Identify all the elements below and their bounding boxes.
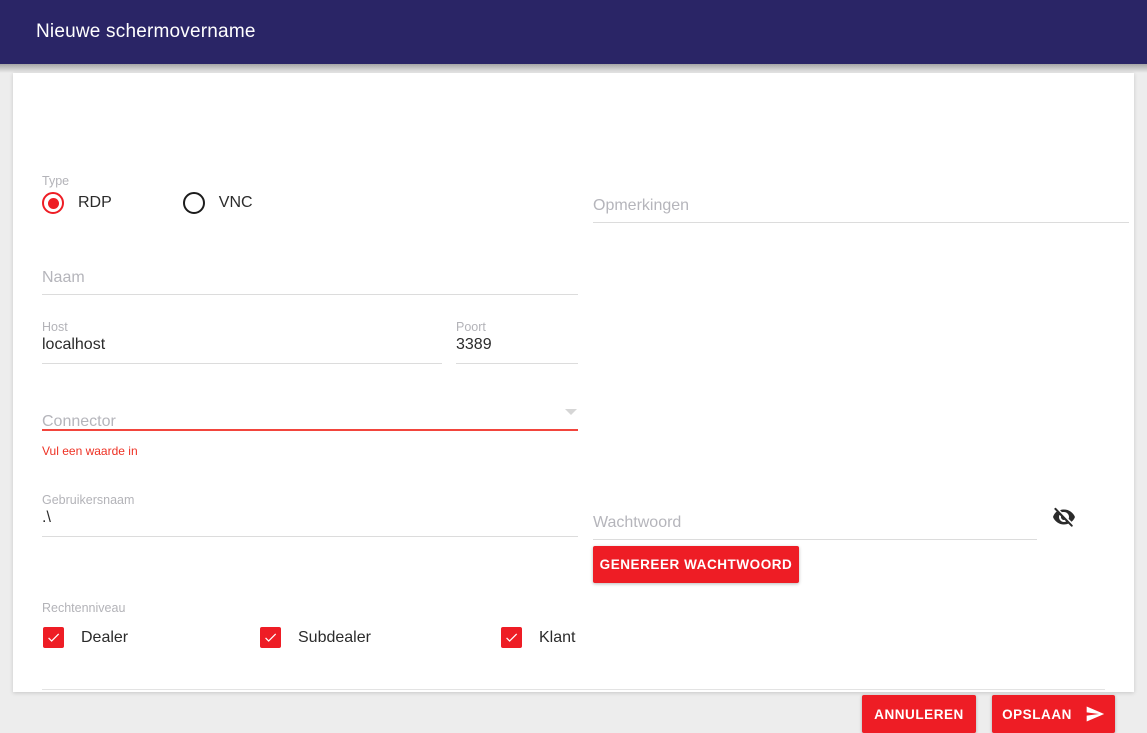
form-card: Type RDP VNC Naam Host localhost Poort 3…: [13, 73, 1134, 733]
chevron-down-icon: [565, 409, 577, 415]
rechtenniveau-group: Rechtenniveau Dealer Subdealer Klant: [42, 601, 602, 648]
check-icon: [260, 627, 281, 648]
check-icon: [43, 627, 64, 648]
check-icon: [501, 627, 522, 648]
generate-password-button[interactable]: GENEREER WACHTWOORD: [593, 546, 799, 583]
cancel-button[interactable]: ANNULEREN: [862, 695, 976, 733]
connection-form: Type RDP VNC Naam Host localhost Poort 3…: [13, 73, 1134, 733]
naam-placeholder: Naam: [42, 269, 85, 286]
gebruikersnaam-field[interactable]: Gebruikersnaam .\: [42, 493, 578, 537]
connector-select[interactable]: Connector: [42, 409, 578, 431]
poort-input[interactable]: 3389: [456, 336, 492, 354]
radio-rdp-icon: [42, 192, 64, 214]
radio-rdp-label: RDP: [78, 194, 112, 211]
save-button[interactable]: OPSLAAN: [992, 695, 1115, 733]
radio-rdp[interactable]: RDP: [42, 192, 112, 214]
host-input[interactable]: localhost: [42, 336, 105, 354]
connector-error-message: Vul een waarde in: [42, 444, 138, 458]
opmerkingen-underline: [593, 222, 1129, 223]
footer-divider: [42, 689, 1105, 690]
host-label: Host: [42, 320, 68, 334]
gebruikersnaam-underline: [42, 536, 578, 537]
gebruikersnaam-label: Gebruikersnaam: [42, 493, 135, 507]
poort-field[interactable]: Poort 3389: [456, 320, 578, 364]
radio-vnc-icon: [182, 192, 205, 214]
poort-label: Poort: [456, 320, 486, 334]
checkbox-subdealer-label: Subdealer: [298, 628, 371, 646]
send-icon: [1085, 704, 1105, 724]
host-field[interactable]: Host localhost: [42, 320, 442, 364]
wachtwoord-placeholder: Wachtwoord: [593, 514, 682, 531]
app-header: Nieuwe schermovername: [0, 0, 1147, 64]
type-radio-row: RDP VNC: [42, 192, 253, 214]
rechtenniveau-label: Rechtenniveau: [42, 601, 126, 615]
radio-vnc[interactable]: VNC: [182, 192, 253, 214]
connector-underline: [42, 429, 578, 431]
page-title: Nieuwe schermovername: [36, 21, 256, 42]
opmerkingen-placeholder: Opmerkingen: [593, 197, 690, 214]
wachtwoord-underline: [593, 539, 1037, 540]
poort-underline: [456, 363, 578, 364]
naam-underline: [42, 294, 578, 295]
type-radio-group: Type RDP VNC: [42, 174, 342, 222]
eye-off-icon[interactable]: [1051, 504, 1077, 530]
gebruikersnaam-input[interactable]: .\: [42, 509, 51, 527]
opmerkingen-field[interactable]: Opmerkingen: [593, 197, 1129, 223]
host-underline: [42, 363, 442, 364]
checkbox-subdealer[interactable]: Subdealer: [260, 627, 371, 648]
checkbox-klant[interactable]: Klant: [501, 627, 575, 648]
checkbox-dealer-label: Dealer: [81, 628, 129, 646]
checkbox-dealer[interactable]: Dealer: [43, 627, 128, 648]
type-group-label: Type: [42, 174, 70, 188]
save-button-label: OPSLAAN: [1002, 706, 1072, 722]
header-shadow: [0, 64, 1147, 73]
checkbox-klant-label: Klant: [539, 628, 576, 646]
naam-field[interactable]: Naam: [42, 269, 578, 295]
wachtwoord-field[interactable]: Wachtwoord: [593, 514, 1037, 540]
radio-vnc-label: VNC: [218, 194, 253, 211]
